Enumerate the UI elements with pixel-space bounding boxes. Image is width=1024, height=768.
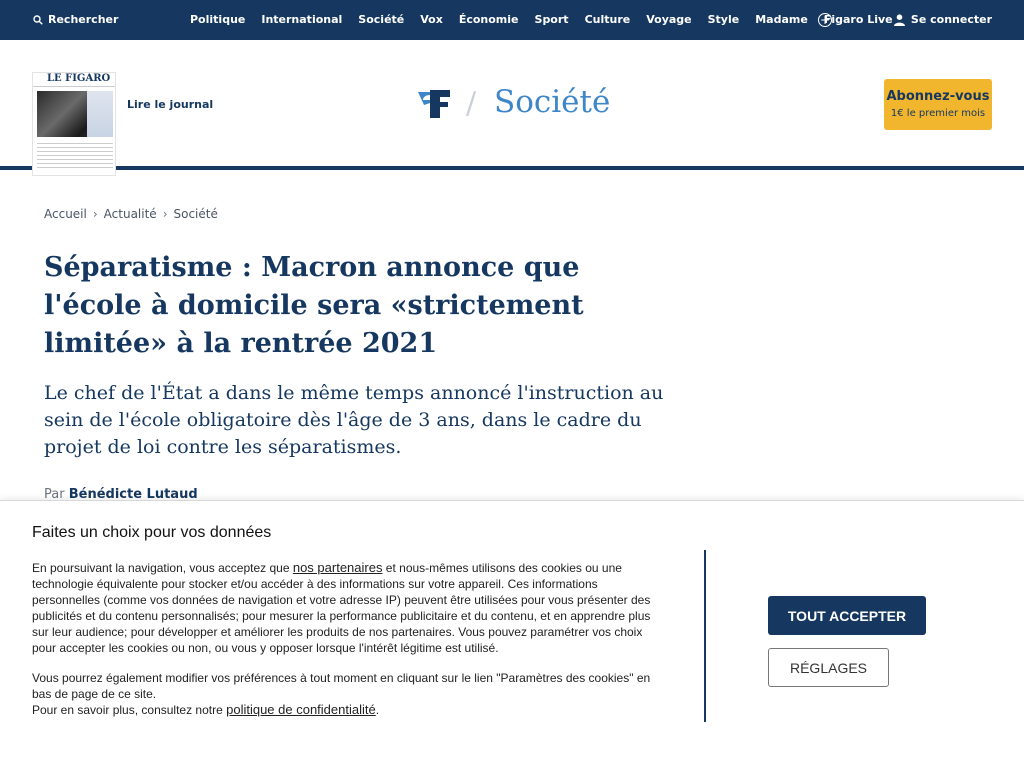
top-navigation-bar: Rechercher Politique International Socié… — [0, 0, 1024, 40]
nav-link-international[interactable]: International — [261, 13, 342, 26]
more-sections-plus-icon[interactable]: + — [818, 13, 832, 27]
breadcrumb-accueil[interactable]: Accueil — [44, 207, 87, 221]
nav-link-style[interactable]: Style — [708, 13, 740, 26]
nav-link-societe[interactable]: Société — [358, 13, 404, 26]
breadcrumb-actualite[interactable]: Actualité — [104, 207, 157, 221]
consent-paragraph-1: En poursuivant la navigation, vous accep… — [32, 560, 666, 656]
cover-text-lines — [37, 143, 113, 171]
consent-divider — [704, 550, 706, 722]
search-button[interactable]: Rechercher — [33, 13, 118, 26]
partners-link[interactable]: nos partenaires — [293, 560, 383, 575]
consent-p2-text: Vous pourrez également modifier vos préf… — [32, 671, 651, 701]
article-title: Séparatisme : Macron annonce que l'école… — [44, 252, 584, 359]
newspaper-masthead: LE FIGARO — [33, 73, 115, 87]
consent-p1-text: En poursuivant la navigation, vous accep… — [32, 561, 293, 575]
cookie-consent-banner: Faites un choix pour vos données En pour… — [0, 500, 1024, 768]
title-separator: / — [466, 86, 477, 121]
privacy-policy-link[interactable]: politique de confidentialité — [226, 702, 376, 717]
consent-p3-end: . — [375, 703, 380, 717]
consent-paragraph-2: Vous pourrez également modifier vos préf… — [32, 670, 666, 718]
read-journal-link[interactable]: Lire le journal — [127, 98, 213, 111]
subscribe-button[interactable]: Abonnez-vous 1€ le premier mois — [884, 79, 992, 130]
nav-link-vox[interactable]: Vox — [420, 13, 443, 26]
section-title[interactable]: Société — [494, 84, 610, 120]
nav-link-politique[interactable]: Politique — [190, 13, 245, 26]
breadcrumb-societe[interactable]: Société — [174, 207, 218, 221]
consent-text: En poursuivant la navigation, vous accep… — [32, 560, 666, 718]
user-icon — [893, 13, 905, 26]
nav-link-voyage[interactable]: Voyage — [646, 13, 691, 26]
nav-link-figaro-live[interactable]: Figaro Live — [824, 13, 893, 26]
search-label: Rechercher — [48, 13, 119, 26]
chevron-right-icon: › — [92, 207, 98, 221]
consent-title: Faites un choix pour vos données — [32, 524, 272, 541]
settings-button[interactable]: RÉGLAGES — [768, 648, 889, 687]
login-label: Se connecter — [910, 13, 992, 26]
nav-link-sport[interactable]: Sport — [535, 13, 569, 26]
accept-all-button[interactable]: TOUT ACCEPTER — [768, 596, 926, 635]
search-icon — [33, 14, 43, 25]
article-lead: Le chef de l'État a dans le même temps a… — [44, 382, 664, 458]
subscribe-subtitle: 1€ le premier mois — [890, 108, 986, 119]
figaro-logo-icon[interactable] — [416, 86, 452, 122]
cover-text-column — [87, 91, 113, 137]
consent-p1-rest: et nous-mêmes utilisons des cookies ou u… — [32, 561, 651, 655]
newspaper-cover-thumbnail[interactable]: LE FIGARO — [32, 72, 116, 176]
breadcrumb: Accueil › Actualité › Société — [44, 207, 218, 221]
chevron-right-icon: › — [162, 207, 168, 221]
login-button[interactable]: Se connecter — [893, 13, 992, 26]
consent-p3-text: Pour en savoir plus, consultez notre — [32, 703, 227, 717]
nav-link-economie[interactable]: Économie — [459, 13, 519, 26]
nav-link-culture[interactable]: Culture — [585, 13, 631, 26]
subscribe-title: Abonnez-vous — [886, 89, 990, 104]
section-nav: Politique International Société Vox Écon… — [190, 13, 893, 26]
nav-link-madame[interactable]: Madame — [755, 13, 808, 26]
